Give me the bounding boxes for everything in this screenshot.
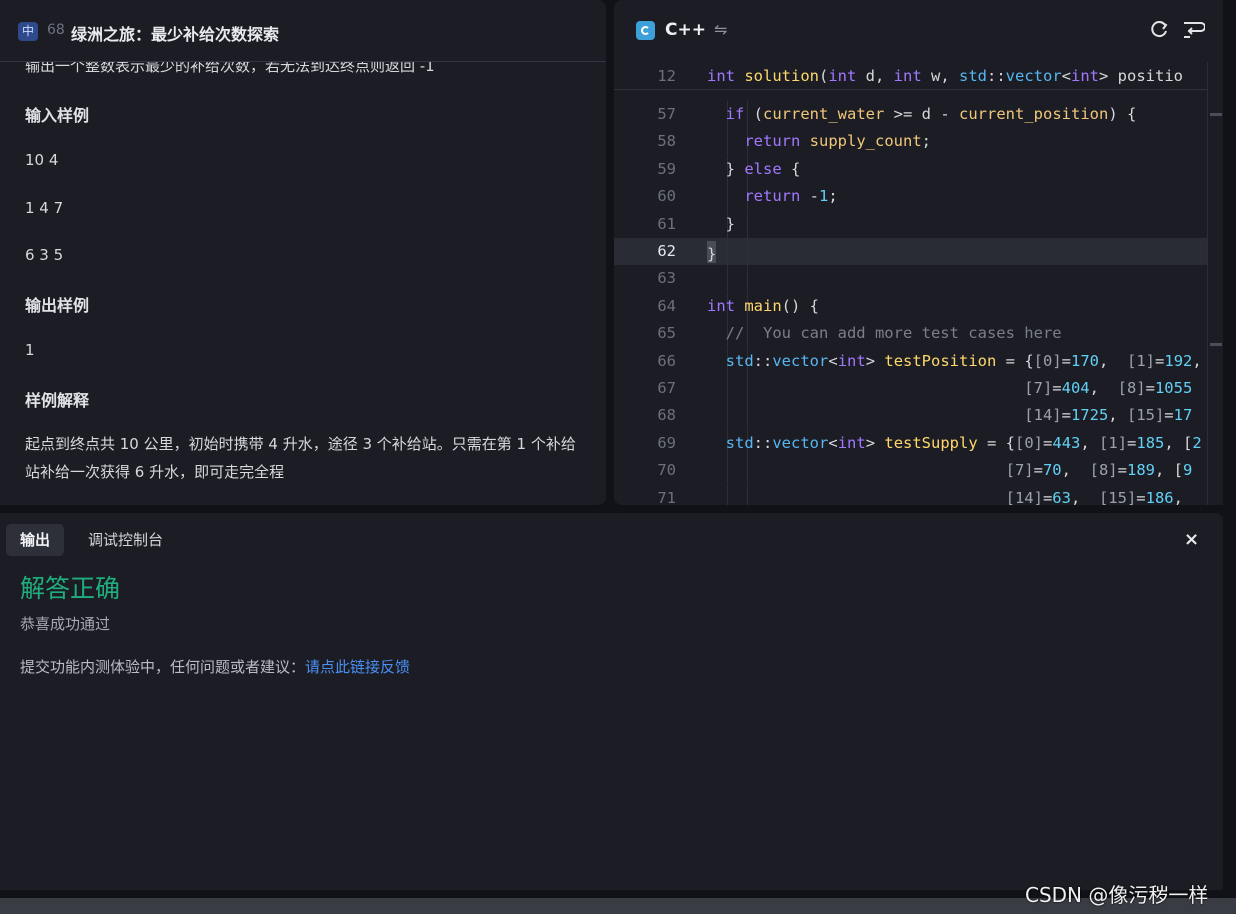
line-number: 65	[657, 324, 676, 343]
input-example-heading: 输入样例	[25, 106, 90, 125]
problem-number: 68	[47, 22, 65, 38]
line-number: 64	[657, 296, 676, 315]
sticky-code: int solution(int d, int w, std::vector<i…	[707, 67, 1184, 85]
line-number: 62	[657, 242, 676, 260]
result-title: 解答正确	[20, 574, 121, 603]
problem-title: 绿洲之旅：最少补给次数探索	[71, 25, 280, 44]
code-area[interactable]: 12 int solution(int d, int w, std::vecto…	[614, 62, 1223, 505]
code-line[interactable]: 60 return -1;	[614, 183, 1223, 211]
line-number: 70	[657, 461, 676, 480]
code-text: if (current_water >= d - current_positio…	[725, 105, 1137, 123]
scroll-marker	[1210, 113, 1222, 116]
language-badge[interactable]: 中	[18, 22, 38, 41]
code-text: std::vector<int> testPosition = {[0]=170…	[725, 351, 1202, 370]
line-number: 12	[657, 67, 676, 85]
code-text: }	[707, 214, 735, 233]
code-line[interactable]: 70 [7]=70, [8]=189, [9	[614, 457, 1223, 485]
code-line[interactable]: 59 } else {	[614, 155, 1223, 183]
result-subtitle: 恭喜成功通过	[20, 615, 111, 633]
code-text: [7]=404, [8]=1055	[1024, 379, 1193, 397]
code-line[interactable]: 67 [7]=404, [8]=1055	[614, 375, 1223, 402]
line-number: 71	[657, 488, 676, 505]
line-number: 57	[657, 105, 676, 123]
code-text: return -1;	[744, 187, 838, 206]
wrap-icon[interactable]	[1181, 18, 1205, 40]
code-text: return supply_count;	[744, 132, 931, 151]
code-text: int main() {	[707, 296, 819, 315]
indent-guide	[747, 265, 748, 293]
line-number: 63	[657, 269, 676, 288]
input-line-2: 1 4 7	[25, 199, 64, 217]
output-example-value: 1	[25, 341, 35, 359]
close-icon[interactable]: ×	[1184, 529, 1199, 550]
code-text: [14]=63, [15]=186,	[1005, 488, 1183, 505]
problem-header: 中 68 绿洲之旅：最少补给次数探索	[0, 0, 606, 62]
scroll-marker	[1210, 343, 1222, 346]
explanation-text: 起点到终点共 10 公里，初始时携带 4 升水，途径 3 个补给站。只需在第 1…	[25, 435, 576, 481]
code-line[interactable]: 64 int main() {	[614, 292, 1223, 320]
code-text: [7]=70, [8]=189, [9	[1005, 461, 1193, 480]
output-example-heading: 输出样例	[25, 296, 90, 315]
indent-guide	[727, 238, 728, 265]
code-text: }	[707, 238, 716, 265]
problem-panel: 输出一个整数表示最少的补给次数，若无法到达终点则返回 -1 输入样例 10 4 …	[0, 0, 606, 505]
language-selector[interactable]: C++	[665, 20, 706, 40]
editor-header: C++ ⇋	[614, 0, 1223, 62]
code-line[interactable]: 65 // You can add more test cases here	[614, 320, 1223, 348]
swap-icon[interactable]: ⇋	[714, 20, 727, 39]
line-number: 66	[657, 351, 676, 370]
line-number: 58	[657, 132, 676, 151]
code-text: [14]=1725, [15]=17	[1024, 406, 1193, 425]
code-text: } else {	[707, 159, 801, 178]
code-line[interactable]: 71 [14]=63, [15]=186,	[614, 484, 1223, 505]
code-text: std::vector<int> testSupply = {[0]=443, …	[725, 433, 1202, 452]
sticky-scroll-line[interactable]: 12 int solution(int d, int w, std::vecto…	[614, 62, 1207, 90]
line-number: 68	[657, 406, 676, 425]
code-line[interactable]: 61 }	[614, 210, 1223, 238]
output-panel: 输出 调试控制台 × 解答正确 恭喜成功通过 提交功能内测体验中，任何问题或者建…	[0, 513, 1223, 890]
problem-content: 输出一个整数表示最少的补给次数，若无法到达终点则返回 -1 输入样例 10 4 …	[0, 0, 606, 505]
code-text: // You can add more test cases here	[707, 324, 1062, 343]
feedback-link[interactable]: 请点此链接反馈	[305, 658, 410, 676]
code-line[interactable]: 57 if (current_water >= d - current_posi…	[614, 101, 1223, 128]
code-line[interactable]: 68 [14]=1725, [15]=17	[614, 402, 1223, 430]
tab-output[interactable]: 输出	[6, 524, 65, 556]
code-line[interactable]: 66 std::vector<int> testPosition = {[0]=…	[614, 347, 1223, 375]
line-number: 59	[657, 159, 676, 178]
editor-scrollbar[interactable]	[1207, 62, 1223, 505]
line-number: 69	[657, 433, 676, 452]
code-line[interactable]: 62}	[614, 238, 1223, 265]
watermark: CSDN @像污秽一样	[1025, 883, 1209, 907]
feedback-prefix: 提交功能内测体验中，任何问题或者建议：	[20, 658, 306, 676]
indent-guide	[727, 265, 728, 293]
code-line[interactable]: 58 return supply_count;	[614, 128, 1223, 156]
cpp-icon	[636, 21, 655, 40]
line-number: 61	[657, 214, 676, 233]
tab-debug-console[interactable]: 调试控制台	[74, 524, 177, 556]
code-editor-panel: C++ ⇋ 12 int solution(int d, int w, std:…	[614, 0, 1223, 505]
code-line[interactable]: 69 std::vector<int> testSupply = {[0]=44…	[614, 429, 1223, 457]
line-number: 67	[657, 379, 676, 397]
refresh-icon[interactable]	[1148, 18, 1170, 40]
code-line[interactable]: 63	[614, 265, 1223, 293]
input-line-3: 6 3 5	[25, 246, 64, 264]
explanation-heading: 样例解释	[25, 391, 90, 410]
indent-guide	[747, 238, 748, 265]
indent-guide	[747, 210, 748, 238]
line-number: 60	[657, 187, 676, 206]
input-line-1: 10 4	[25, 151, 59, 169]
feedback-text: 提交功能内测体验中，任何问题或者建议：请点此链接反馈	[20, 656, 410, 677]
